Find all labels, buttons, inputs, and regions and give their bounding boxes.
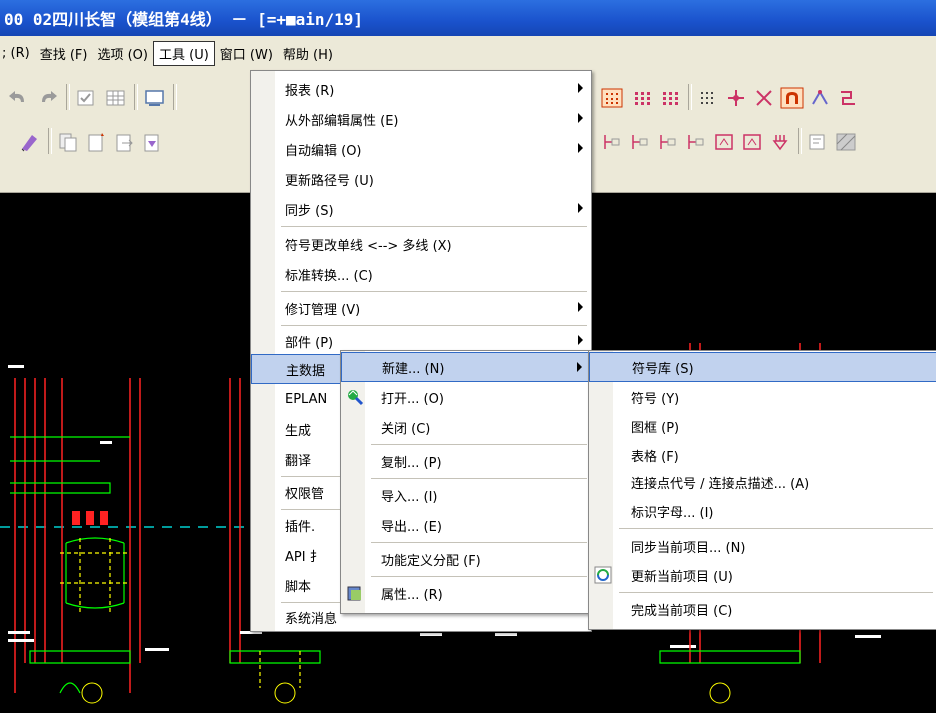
route-icon[interactable]: [836, 87, 860, 109]
submenu-arrow-icon: [578, 335, 583, 345]
box-symbol-icon[interactable]: [740, 131, 764, 153]
edit-icon[interactable]: [18, 131, 42, 153]
checkbox-icon[interactable]: [74, 87, 98, 109]
menu-item-symbol[interactable]: 符号 (Y): [589, 382, 936, 412]
update-project-icon: [594, 566, 612, 584]
menu-item-reports[interactable]: 报表 (R): [251, 74, 591, 104]
toolbar-separator: [66, 84, 70, 110]
menu-item-tools[interactable]: 工具 (U): [152, 40, 215, 66]
symbol-icon[interactable]: [600, 131, 624, 153]
window-title-bar: 00 02四川长智（模组第4线） － [=+■ain/19]: [0, 0, 936, 36]
menu-separator: [371, 542, 587, 543]
menu-separator: [371, 444, 587, 445]
menu-item-properties[interactable]: 属性... (R): [341, 578, 591, 608]
toolbar-separator: [48, 128, 52, 154]
redo-icon[interactable]: [36, 87, 60, 109]
menu-item-sync[interactable]: 同步 (S): [251, 194, 591, 224]
menu-item-symbol-convert[interactable]: 符号更改单线 <--> 多线 (X): [251, 229, 591, 259]
master-data-submenu: 新建... (N) 打开... (O) 关闭 (C) 复制... (P) 导入.…: [340, 350, 592, 614]
submenu-arrow-icon: [578, 143, 583, 153]
menu-item-new[interactable]: 新建... (N): [341, 352, 591, 382]
table-icon[interactable]: [104, 87, 128, 109]
grid-dots-icon[interactable]: [658, 87, 682, 109]
open-project-icon: [348, 390, 364, 406]
submenu-arrow-icon: [578, 83, 583, 93]
new-submenu: 符号库 (S) 符号 (Y) 图框 (P) 表格 (F) 连接点代号 / 连接点…: [588, 350, 936, 630]
menu-item-help[interactable]: 帮助 (H): [278, 44, 338, 63]
hatch-icon[interactable]: [834, 131, 858, 153]
form-icon[interactable]: [806, 131, 830, 153]
submenu-arrow-icon: [577, 362, 582, 372]
menu-item-function-definition[interactable]: 功能定义分配 (F): [341, 544, 591, 574]
grid-dots-icon[interactable]: [600, 87, 624, 109]
menu-separator: [371, 478, 587, 479]
menu-item-update-path[interactable]: 更新路径号 (U): [251, 164, 591, 194]
menu-bar: ; (R) 查找 (F) 选项 (O) 工具 (U) 窗口 (W) 帮助 (H): [0, 36, 936, 70]
submenu-arrow-icon: [578, 203, 583, 213]
box-symbol-icon[interactable]: [712, 131, 736, 153]
toolbar-separator: [134, 84, 138, 110]
menu-item-sync-project[interactable]: 同步当前项目... (N): [589, 531, 936, 561]
menu-item-revision[interactable]: 修订管理 (V): [251, 293, 591, 323]
menu-item-copy[interactable]: 复制... (P): [341, 446, 591, 476]
copy-page-icon[interactable]: [56, 131, 80, 153]
new-page-icon[interactable]: [84, 131, 108, 153]
terminal-icon[interactable]: [768, 131, 792, 153]
menu-item-standard-convert[interactable]: 标准转换... (C): [251, 259, 591, 289]
snap-cross-icon[interactable]: [752, 87, 776, 109]
page-arrow-icon[interactable]: [112, 131, 136, 153]
grid-dots-icon[interactable]: [630, 87, 654, 109]
menu-separator: [619, 592, 933, 593]
snap-point-icon[interactable]: [724, 87, 748, 109]
connect-icon[interactable]: [808, 87, 832, 109]
snap-grid-icon[interactable]: [696, 87, 720, 109]
menu-separator: [281, 226, 587, 227]
menu-item-frame[interactable]: 图框 (P): [589, 411, 936, 441]
symbol-icon[interactable]: [684, 131, 708, 153]
menu-separator: [619, 528, 933, 529]
menu-item-identifier-letter[interactable]: 标识字母... (I): [589, 496, 936, 526]
menu-item-edit-external[interactable]: 从外部编辑属性 (E): [251, 104, 591, 134]
menu-item-update-project[interactable]: 更新当前项目 (U): [589, 560, 936, 590]
submenu-arrow-icon: [578, 302, 583, 312]
properties-icon: [347, 586, 361, 601]
menu-item-complete-project[interactable]: 完成当前项目 (C): [589, 594, 936, 624]
menu-item-symbol-library[interactable]: 符号库 (S): [589, 352, 936, 382]
menu-item-form[interactable]: 表格 (F): [589, 440, 936, 470]
menu-item-connection-point[interactable]: 连接点代号 / 连接点描述... (A): [589, 467, 936, 497]
menu-item-import[interactable]: 导入... (I): [341, 480, 591, 510]
toolbar-separator: [173, 84, 177, 110]
magnet-icon[interactable]: [780, 87, 804, 109]
toolbar-separator: [688, 84, 692, 110]
menu-item-window[interactable]: 窗口 (W): [215, 44, 278, 63]
submenu-arrow-icon: [578, 113, 583, 123]
symbol-icon[interactable]: [656, 131, 680, 153]
menu-item-auto-edit[interactable]: 自动编辑 (O): [251, 134, 591, 164]
menu-separator: [281, 291, 587, 292]
menu-item-options[interactable]: 选项 (O): [92, 44, 153, 63]
menu-item-prev[interactable]: ; (R): [0, 46, 35, 61]
toolbar-separator: [798, 128, 802, 154]
menu-item-close[interactable]: 关闭 (C): [341, 412, 591, 442]
menu-item-find[interactable]: 查找 (F): [35, 44, 93, 63]
symbol-icon[interactable]: [628, 131, 652, 153]
menu-item-export[interactable]: 导出... (E): [341, 510, 591, 540]
menu-separator: [371, 576, 587, 577]
undo-icon[interactable]: [6, 87, 30, 109]
menu-item-open[interactable]: 打开... (O): [341, 382, 591, 412]
page-move-icon[interactable]: [140, 131, 164, 153]
window-icon[interactable]: [143, 87, 167, 109]
window-title: 00 02四川长智（模组第4线） － [=+■ain/19]: [4, 10, 364, 29]
